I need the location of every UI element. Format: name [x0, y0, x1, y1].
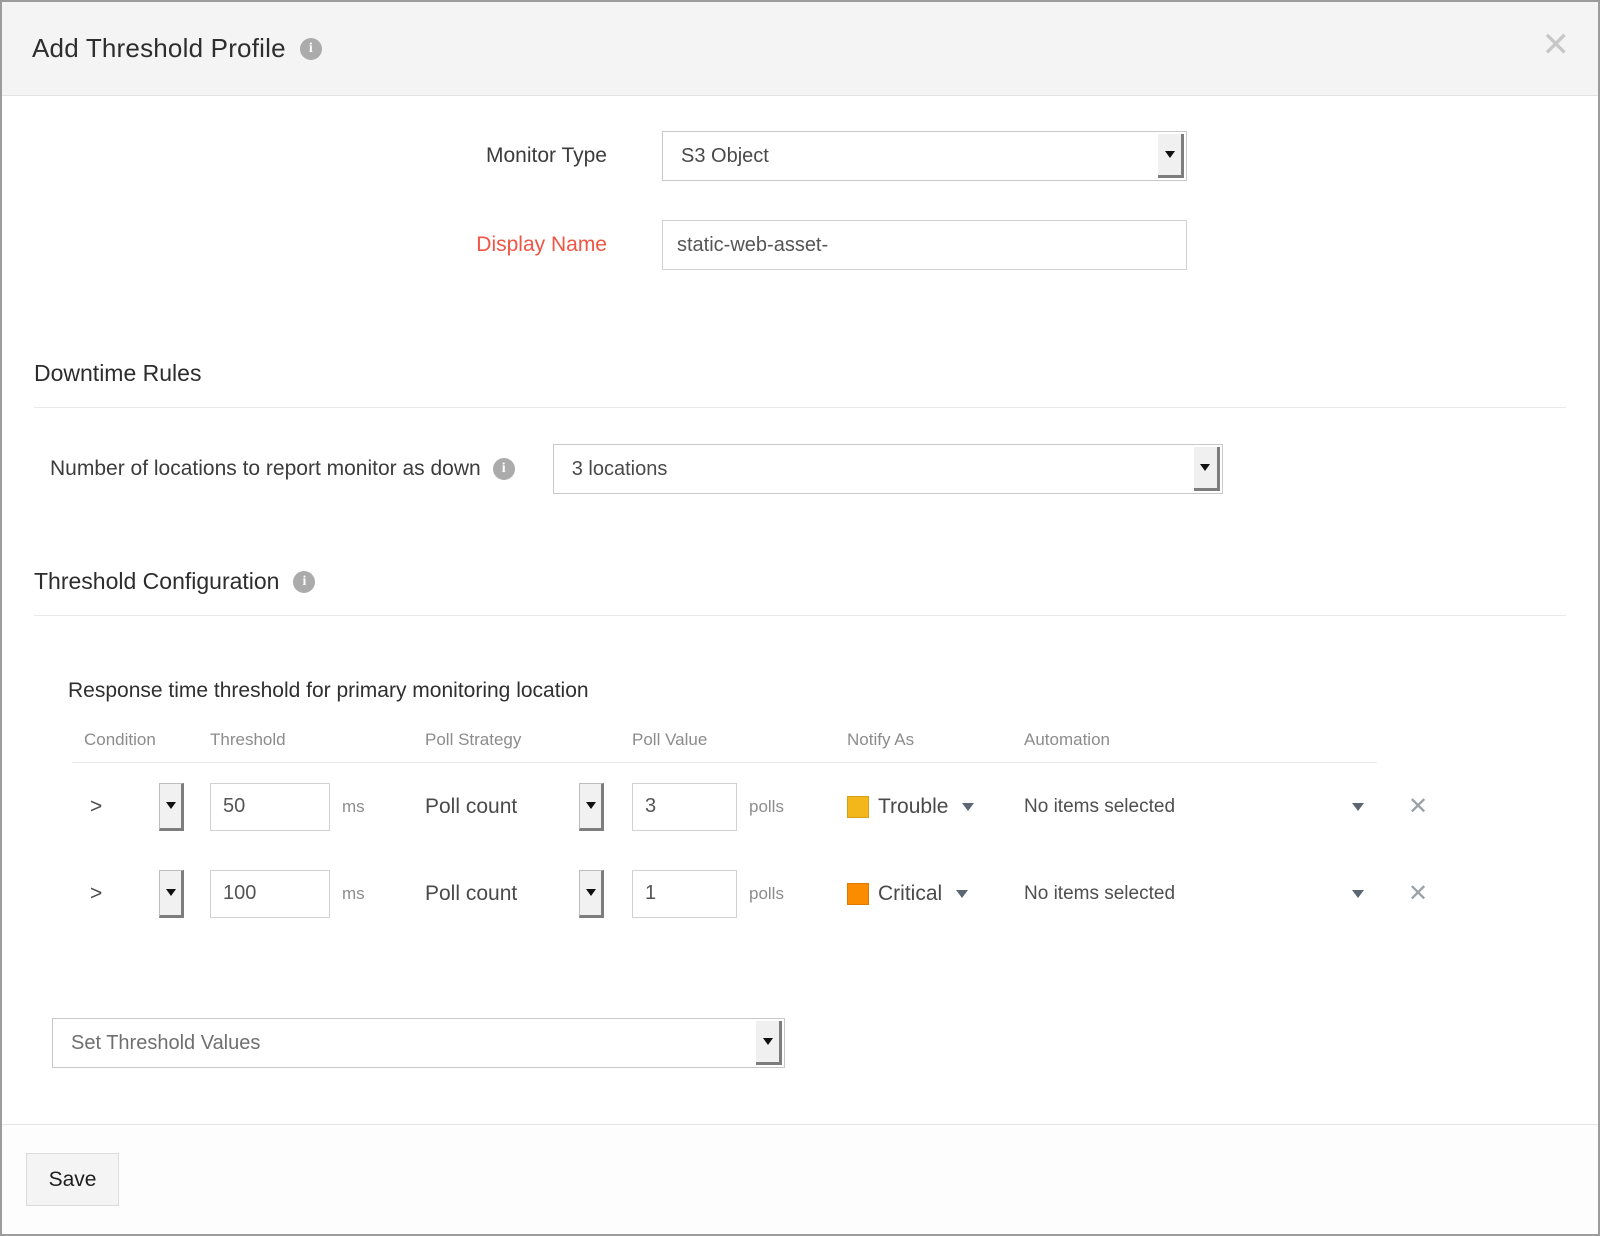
- col-automation: Automation: [1024, 730, 1392, 750]
- divider: [34, 615, 1566, 616]
- condition-value: >: [90, 882, 102, 906]
- threshold-cell: ms: [210, 870, 425, 918]
- close-icon[interactable]: ✕: [1542, 28, 1571, 62]
- poll-strategy-value: Poll count: [425, 882, 517, 906]
- dropdown-arrow-icon: [1194, 447, 1220, 491]
- critical-color-swatch: [847, 883, 869, 905]
- threshold-config-heading: Threshold Configuration: [34, 568, 279, 595]
- condition-select[interactable]: >: [72, 870, 210, 918]
- remove-row-icon[interactable]: ✕: [1392, 882, 1428, 906]
- col-poll-strategy: Poll Strategy: [425, 730, 632, 750]
- set-threshold-values-row: Set Threshold Values: [52, 1018, 1598, 1068]
- poll-value-cell: polls: [632, 783, 847, 831]
- trouble-color-swatch: [847, 796, 869, 818]
- dialog-title: Add Threshold Profile: [32, 33, 286, 64]
- threshold-row-1: > ms Poll count polls Trouble: [72, 763, 1598, 850]
- automation-select[interactable]: No items selected: [1024, 883, 1392, 905]
- chevron-down-icon: [1352, 890, 1364, 898]
- add-threshold-profile-dialog: Add Threshold Profile i ✕ Monitor Type S…: [0, 0, 1600, 1236]
- poll-strategy-value: Poll count: [425, 795, 517, 819]
- title-info-icon[interactable]: i: [300, 38, 322, 60]
- poll-value-cell: polls: [632, 870, 847, 918]
- threshold-unit: ms: [342, 884, 365, 904]
- display-name-label: Display Name: [2, 233, 607, 257]
- locations-info-icon[interactable]: i: [493, 458, 515, 480]
- automation-value: No items selected: [1024, 796, 1175, 818]
- remove-row-icon[interactable]: ✕: [1392, 795, 1428, 819]
- display-name-input[interactable]: [662, 220, 1187, 270]
- dialog-body: Monitor Type S3 Object Display Name Down…: [2, 96, 1598, 1124]
- automation-select[interactable]: No items selected: [1024, 796, 1392, 818]
- poll-strategy-select[interactable]: Poll count: [425, 783, 632, 831]
- locations-label-wrap: Number of locations to report monitor as…: [50, 457, 515, 481]
- poll-unit: polls: [749, 797, 784, 817]
- threshold-input[interactable]: [210, 870, 330, 918]
- dropdown-arrow-icon: [1158, 134, 1184, 178]
- monitor-type-select[interactable]: S3 Object: [662, 131, 1187, 181]
- remove-cell: ✕: [1392, 882, 1452, 906]
- threshold-config-info-icon[interactable]: i: [293, 571, 315, 593]
- threshold-cell: ms: [210, 783, 425, 831]
- dropdown-arrow-icon: [159, 870, 184, 918]
- dialog-header: Add Threshold Profile i ✕: [2, 2, 1598, 96]
- locations-select[interactable]: 3 locations: [553, 444, 1223, 494]
- poll-value-input[interactable]: [632, 783, 737, 831]
- poll-unit: polls: [749, 884, 784, 904]
- notify-as-select[interactable]: Trouble: [847, 795, 1024, 819]
- poll-value-input[interactable]: [632, 870, 737, 918]
- dropdown-arrow-icon: [159, 783, 184, 831]
- response-time-subheading: Response time threshold for primary moni…: [68, 679, 1598, 703]
- threshold-config-section: Threshold Configuration i: [34, 568, 1566, 595]
- chevron-down-icon: [956, 890, 968, 898]
- locations-label: Number of locations to report monitor as…: [50, 457, 481, 481]
- notify-as-select[interactable]: Critical: [847, 882, 1024, 906]
- monitor-type-row: Monitor Type S3 Object: [2, 131, 1598, 181]
- set-threshold-values-text: Set Threshold Values: [71, 1032, 260, 1055]
- threshold-row-2: > ms Poll count polls Critical: [72, 850, 1598, 937]
- save-button[interactable]: Save: [26, 1153, 119, 1206]
- locations-value: 3 locations: [572, 458, 668, 481]
- threshold-unit: ms: [342, 797, 365, 817]
- dropdown-arrow-icon: [756, 1021, 782, 1065]
- threshold-table: Condition Threshold Poll Strategy Poll V…: [72, 725, 1598, 937]
- col-condition: Condition: [72, 730, 210, 750]
- remove-cell: ✕: [1392, 795, 1452, 819]
- set-threshold-values-select[interactable]: Set Threshold Values: [52, 1018, 785, 1068]
- condition-value: >: [90, 795, 102, 819]
- monitor-type-label: Monitor Type: [2, 144, 607, 168]
- dialog-footer: Save: [2, 1124, 1598, 1234]
- condition-select[interactable]: >: [72, 783, 210, 831]
- poll-strategy-select[interactable]: Poll count: [425, 870, 632, 918]
- dropdown-arrow-icon: [579, 870, 604, 918]
- display-name-row: Display Name: [2, 220, 1598, 270]
- automation-value: No items selected: [1024, 883, 1175, 905]
- locations-row: Number of locations to report monitor as…: [2, 444, 1598, 494]
- dropdown-arrow-icon: [579, 783, 604, 831]
- monitor-type-value: S3 Object: [681, 145, 769, 168]
- divider: [34, 407, 1566, 408]
- col-notify-as: Notify As: [847, 730, 1024, 750]
- chevron-down-icon: [962, 803, 974, 811]
- threshold-table-header: Condition Threshold Poll Strategy Poll V…: [72, 725, 1598, 755]
- notify-as-value: Trouble: [878, 795, 948, 819]
- chevron-down-icon: [1352, 803, 1364, 811]
- downtime-rules-section: Downtime Rules: [34, 360, 1566, 387]
- notify-as-value: Critical: [878, 882, 942, 906]
- col-poll-value: Poll Value: [632, 730, 847, 750]
- threshold-input[interactable]: [210, 783, 330, 831]
- downtime-rules-heading: Downtime Rules: [34, 360, 201, 387]
- col-threshold: Threshold: [210, 730, 425, 750]
